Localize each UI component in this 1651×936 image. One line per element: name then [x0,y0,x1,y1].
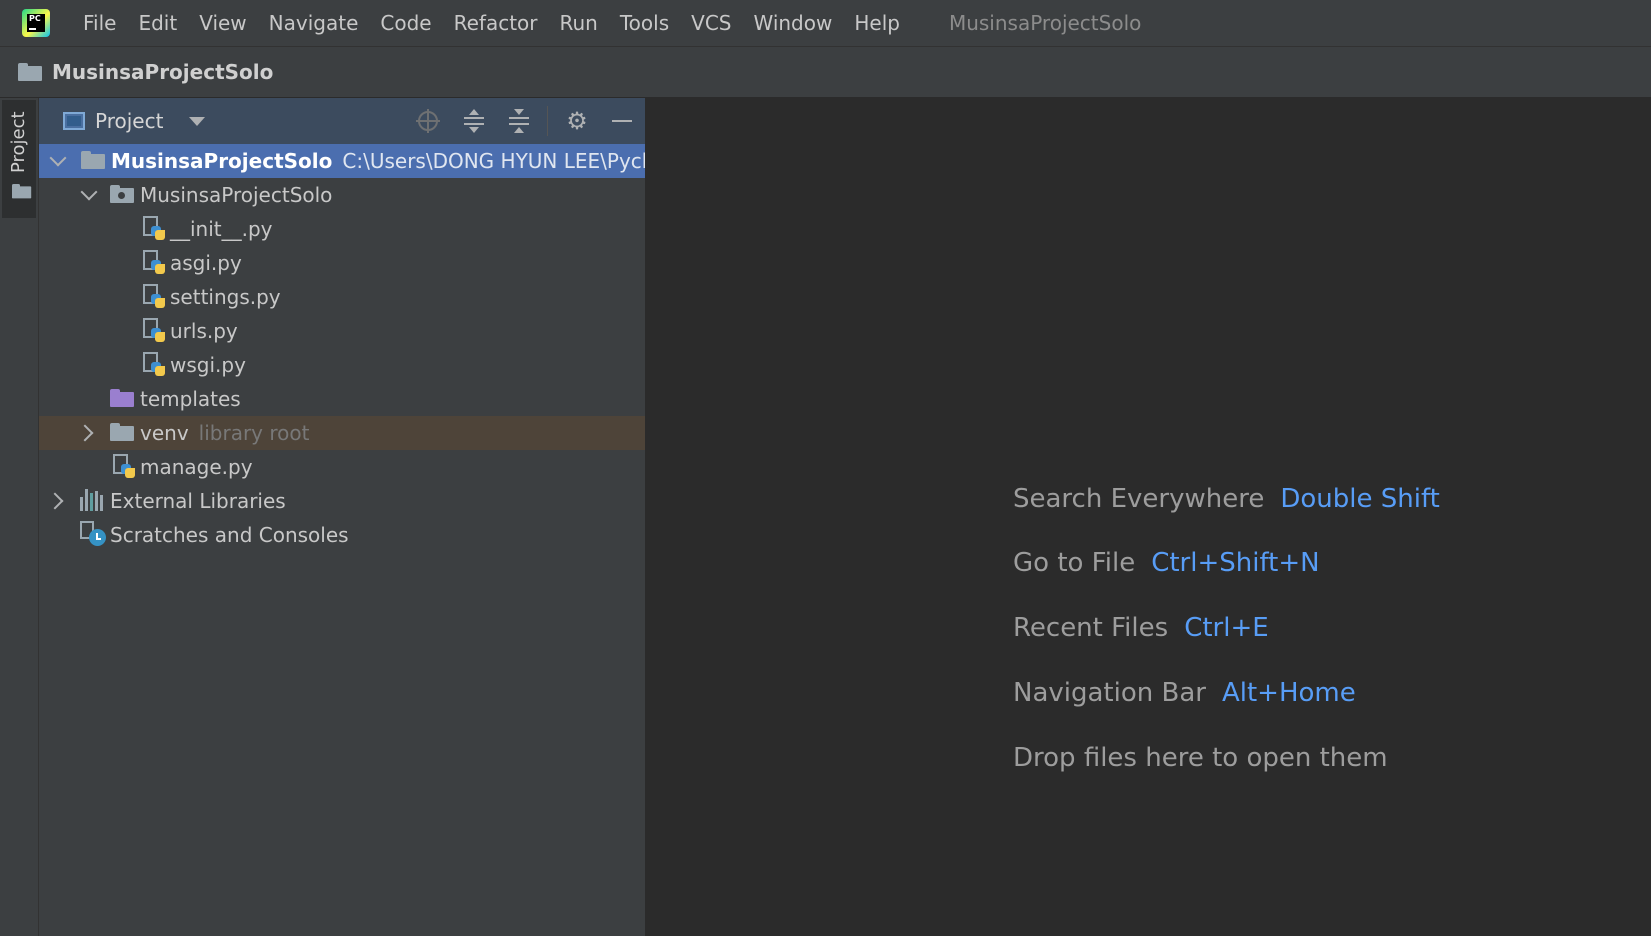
chevron-down-icon[interactable] [80,183,98,201]
python-file-icon [143,216,165,242]
file-name: __init__.py [170,217,273,241]
hint-label: Navigation Bar [1013,678,1206,708]
tree-item-file[interactable]: settings.py [39,280,645,314]
menu-file[interactable]: File [72,0,127,46]
window-title: MusinsaProjectSolo [948,11,1142,35]
external-libraries-label: External Libraries [110,489,286,513]
hint-navigation-bar: Navigation Bar Alt+Home [1013,678,1356,708]
hint-label: Recent Files [1013,613,1169,643]
menu-code[interactable]: Code [369,0,442,46]
python-file-icon [143,318,165,344]
hint-label: Go to File [1013,548,1136,578]
hint-search-everywhere: Search Everywhere Double Shift [1013,484,1440,514]
file-name: wsgi.py [170,353,246,377]
hint-recent-files: Recent Files Ctrl+E [1013,613,1269,643]
tree-item-file[interactable]: __init__.py [39,212,645,246]
tree-item-venv[interactable]: venv library root [39,416,645,450]
package-name: MusinsaProjectSolo [140,183,333,207]
python-file-icon [143,352,165,378]
header-divider [547,106,548,136]
hint-shortcut: Ctrl+Shift+N [1151,548,1320,578]
tree-item-file[interactable]: asgi.py [39,246,645,280]
folder-icon [18,63,42,81]
venv-name: venv [140,421,189,445]
collapse-all-icon[interactable] [507,109,531,133]
menu-bar: PC File Edit View Navigate Code Refactor… [0,0,1651,47]
folder-icon [12,184,32,199]
templates-folder-icon [110,389,134,407]
file-name: urls.py [170,319,238,343]
tree-item-package[interactable]: MusinsaProjectSolo [39,178,645,212]
hint-shortcut: Double Shift [1280,484,1440,514]
breadcrumb-project[interactable]: MusinsaProjectSolo [52,60,273,84]
venv-hint: library root [198,421,310,445]
menu-tools[interactable]: Tools [609,0,680,46]
tree-item-root[interactable]: MusinsaProjectSolo C:\Users\DONG HYUN LEE… [39,144,645,178]
menu-navigate[interactable]: Navigate [258,0,370,46]
project-view-selector[interactable]: Project [95,109,163,133]
gear-icon[interactable]: ⚙ [565,109,589,133]
folder-icon [110,423,134,441]
tree-item-manage[interactable]: manage.py [39,450,645,484]
root-folder-name: MusinsaProjectSolo [111,149,333,173]
project-panel-header: Project ⚙ [39,98,645,144]
project-view-icon [63,112,85,130]
project-tree: MusinsaProjectSolo C:\Users\DONG HYUN LEE… [39,144,645,552]
chevron-down-icon[interactable] [189,116,206,126]
left-tool-stripe: Project [0,98,39,936]
editor-empty-area[interactable]: Search Everywhere Double Shift Go to File… [646,98,1651,936]
library-icon [80,489,104,511]
pycharm-logo-icon: PC [22,9,50,37]
hint-shortcut: Ctrl+E [1184,613,1269,643]
tree-item-file[interactable]: wsgi.py [39,348,645,382]
chevron-right-icon[interactable] [46,492,64,510]
file-name: asgi.py [170,251,242,275]
menu-window[interactable]: Window [742,0,843,46]
project-tab-label: Project [8,111,29,173]
chevron-right-icon[interactable] [76,424,94,442]
drop-files-text: Drop files here to open them [1013,743,1388,773]
tree-item-scratches[interactable]: Scratches and Consoles [39,518,645,552]
tree-item-external-libraries[interactable]: External Libraries [39,484,645,518]
menu-refactor[interactable]: Refactor [443,0,549,46]
python-file-icon [143,250,165,276]
hint-drop-files: Drop files here to open them [1013,743,1388,773]
project-panel: Project ⚙ MusinsaProjectSolo C:\Users\DON… [39,98,646,936]
menu-view[interactable]: View [188,0,257,46]
menu-help[interactable]: Help [843,0,911,46]
hint-label: Search Everywhere [1013,484,1265,514]
templates-name: templates [140,387,241,411]
chevron-down-icon[interactable] [49,149,67,167]
scratches-label: Scratches and Consoles [110,523,349,547]
tree-item-file[interactable]: urls.py [39,314,645,348]
package-folder-icon [110,185,134,203]
file-name: manage.py [140,455,253,479]
folder-icon [81,151,105,169]
tree-item-templates[interactable]: templates [39,382,645,416]
project-tool-window-tab[interactable]: Project [2,100,36,218]
menu-run[interactable]: Run [549,0,609,46]
root-folder-path: C:\Users\DONG HYUN LEE\Pych [342,149,645,173]
hint-shortcut: Alt+Home [1221,678,1356,708]
minimize-icon[interactable] [610,109,634,133]
hint-go-to-file: Go to File Ctrl+Shift+N [1013,548,1320,578]
file-name: settings.py [170,285,281,309]
logo-text: PC [29,14,41,23]
menu-vcs[interactable]: VCS [680,0,742,46]
python-file-icon [113,454,135,480]
python-file-icon [143,284,165,310]
menu-edit[interactable]: Edit [127,0,188,46]
expand-all-icon[interactable] [462,109,486,133]
navigation-bar: MusinsaProjectSolo [0,47,1651,98]
locate-file-icon[interactable] [416,109,440,133]
scratches-icon [80,521,106,547]
